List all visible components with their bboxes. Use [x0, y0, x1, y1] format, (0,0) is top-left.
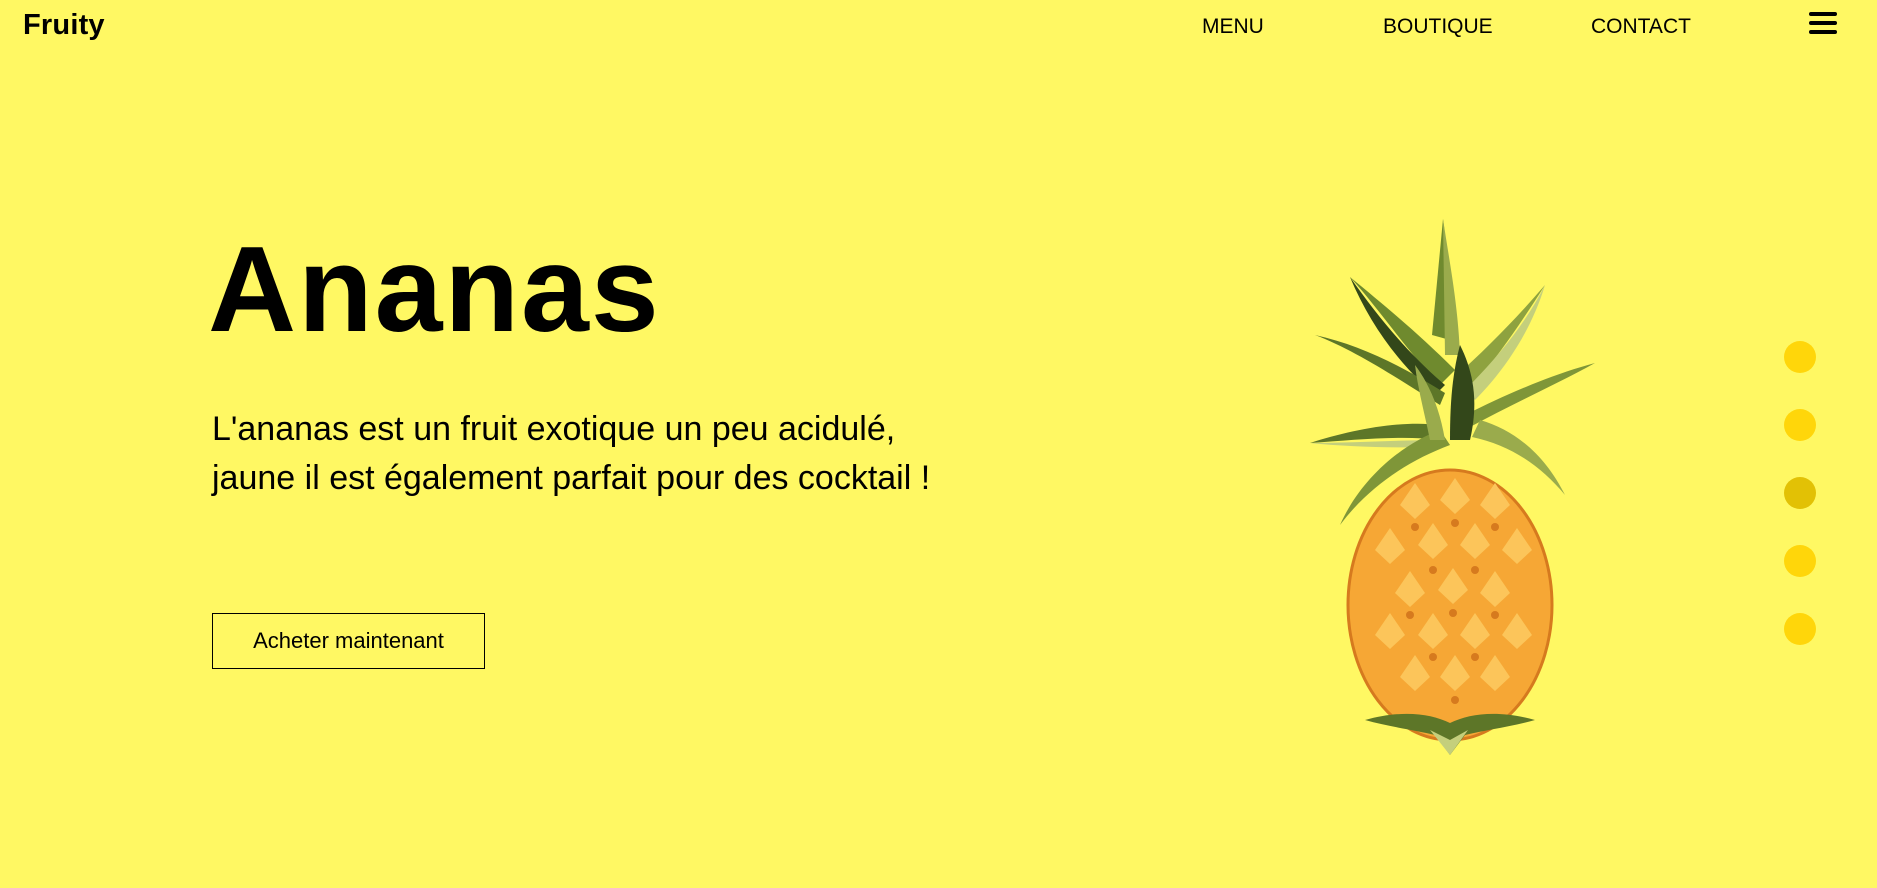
hero-title: Ananas — [208, 221, 661, 357]
slider-dot-4[interactable] — [1784, 545, 1816, 577]
nav-boutique[interactable]: BOUTIQUE — [1383, 15, 1493, 39]
pineapple-image — [1310, 219, 1595, 755]
nav-menu[interactable]: MENU — [1202, 15, 1264, 39]
nav-contact[interactable]: CONTACT — [1591, 15, 1691, 39]
slider-dot-2[interactable] — [1784, 409, 1816, 441]
slider-dot-3[interactable] — [1784, 477, 1816, 509]
slider-dot-5[interactable] — [1784, 613, 1816, 645]
hamburger-menu-icon[interactable] — [1809, 12, 1837, 36]
slider-dot-1[interactable] — [1784, 341, 1816, 373]
buy-now-button[interactable]: Acheter maintenant — [212, 613, 485, 669]
hero-description: L'ananas est un fruit exotique un peu ac… — [212, 410, 931, 497]
logo[interactable]: Fruity — [23, 9, 105, 42]
